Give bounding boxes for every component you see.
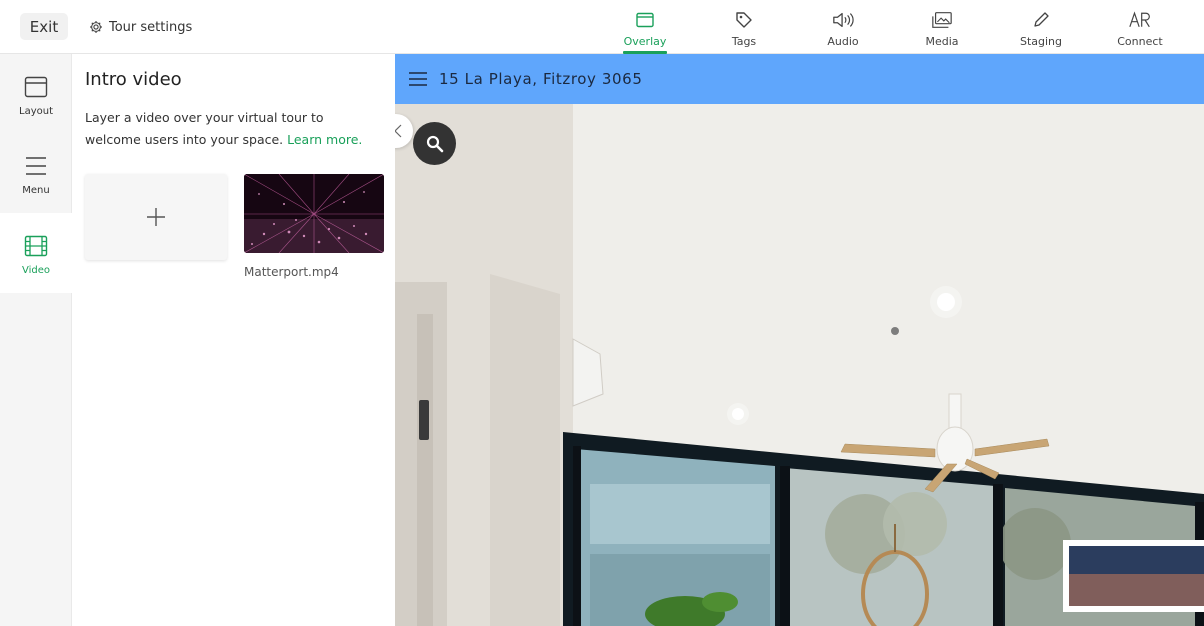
tab-label: Audio bbox=[827, 35, 859, 48]
ar-icon bbox=[1129, 10, 1151, 30]
rail-item-label: Video bbox=[21, 265, 51, 276]
images-icon bbox=[931, 10, 953, 30]
search-button[interactable] bbox=[413, 122, 456, 165]
tab-staging[interactable]: Staging bbox=[1006, 0, 1076, 54]
film-icon bbox=[23, 233, 49, 259]
tab-audio[interactable]: Audio bbox=[808, 0, 878, 54]
rail-item-label: Menu bbox=[22, 185, 50, 196]
tab-label: Staging bbox=[1019, 35, 1063, 48]
plus-icon bbox=[147, 208, 165, 226]
hamburger-menu-icon[interactable] bbox=[409, 71, 427, 87]
tab-label: Media bbox=[925, 35, 959, 48]
viewer-header: 15 La Playa, Fitzroy 3065 bbox=[395, 54, 1204, 104]
rail-item-menu[interactable]: Menu bbox=[0, 133, 72, 213]
tab-label: Connect bbox=[1117, 35, 1163, 48]
pencil-icon bbox=[1030, 10, 1052, 30]
menu-icon bbox=[23, 153, 49, 179]
panel-description: Layer a video over your virtual tour to … bbox=[85, 107, 375, 151]
add-video-button[interactable] bbox=[85, 174, 227, 260]
tour-viewer[interactable]: 15 La Playa, Fitzroy 3065 bbox=[395, 54, 1204, 626]
search-icon bbox=[426, 135, 443, 152]
tab-overlay[interactable]: Overlay bbox=[610, 0, 680, 54]
left-rail: Layout Menu Video bbox=[0, 54, 72, 626]
tour-settings-label: Tour settings bbox=[109, 19, 193, 35]
tour-settings-button[interactable]: Tour settings bbox=[89, 17, 192, 37]
tab-connect[interactable]: Connect bbox=[1105, 0, 1175, 54]
rail-item-label: Layout bbox=[19, 106, 53, 117]
top-bar: Exit Tour settings Overlay Tags Audio Me… bbox=[0, 0, 1204, 54]
tab-label: Tags bbox=[731, 35, 757, 48]
video-thumbnail[interactable] bbox=[244, 174, 384, 253]
tab-tags[interactable]: Tags bbox=[709, 0, 779, 54]
tour-title: 15 La Playa, Fitzroy 3065 bbox=[439, 70, 643, 88]
tab-media[interactable]: Media bbox=[907, 0, 977, 54]
exit-button[interactable]: Exit bbox=[20, 13, 68, 40]
video-preview-image bbox=[244, 174, 384, 253]
learn-more-link[interactable]: Learn more. bbox=[287, 132, 362, 147]
intro-video-panel: Intro video Layer a video over your virt… bbox=[73, 54, 395, 626]
rail-item-video[interactable]: Video bbox=[0, 213, 72, 293]
overlay-icon bbox=[634, 10, 656, 30]
room-panorama-image bbox=[395, 54, 1204, 626]
rail-item-layout[interactable]: Layout bbox=[0, 54, 72, 134]
video-filename: Matterport.mp4 bbox=[244, 265, 339, 279]
panel-title: Intro video bbox=[85, 69, 182, 90]
tab-label: Overlay bbox=[623, 35, 667, 48]
chevron-left-icon bbox=[395, 124, 402, 138]
layout-icon bbox=[23, 74, 49, 100]
gear-icon bbox=[90, 21, 102, 33]
tag-icon bbox=[733, 10, 755, 30]
speaker-icon bbox=[832, 10, 854, 30]
